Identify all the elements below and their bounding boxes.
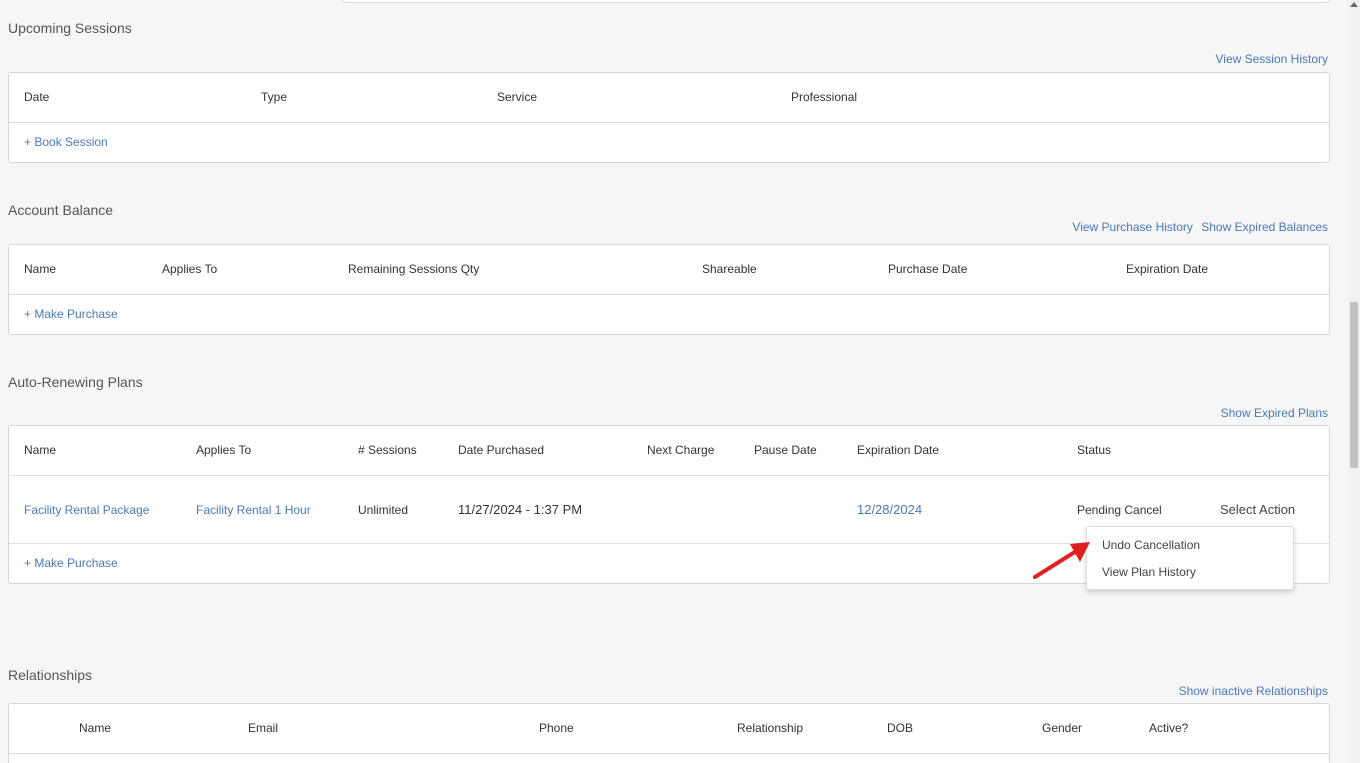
action-menu: Undo Cancellation View Plan History [1086, 526, 1294, 590]
expiration-date-link[interactable]: 12/28/2024 [857, 502, 922, 517]
column-header-email: Email [248, 721, 279, 735]
column-header-expiration-date: Expiration Date [857, 443, 940, 457]
vertical-scrollbar[interactable] [1348, 0, 1360, 763]
table-header: Name Applies To Remaining Sessions Qty S… [9, 245, 1329, 295]
column-header-date-purchased: Date Purchased [458, 443, 545, 457]
column-header-type: Type [261, 90, 288, 104]
upcoming-sessions-links: View Session History [1211, 52, 1329, 66]
auto-renewing-plans-title: Auto-Renewing Plans [8, 374, 143, 390]
relationships-links: Show inactive Relationships [1174, 684, 1328, 698]
table-row: + Book Session [9, 123, 1329, 162]
column-header-active: Active? [1149, 721, 1189, 735]
column-header-expiration-date: Expiration Date [1126, 262, 1209, 276]
column-header-shareable: Shareable [702, 262, 757, 276]
column-header-relationship: Relationship [737, 721, 804, 735]
make-purchase-link[interactable]: + Make Purchase [24, 556, 118, 570]
column-header-pause-date: Pause Date [754, 443, 817, 457]
relationships-title: Relationships [8, 667, 93, 683]
upcoming-sessions-title: Upcoming Sessions [8, 20, 132, 36]
book-session-link[interactable]: + Book Session [24, 135, 108, 149]
undo-cancellation-menu-item[interactable]: Undo Cancellation [1102, 538, 1200, 552]
show-inactive-relationships-link[interactable]: Show inactive Relationships [1179, 684, 1328, 698]
make-purchase-link[interactable]: + Make Purchase [24, 307, 118, 321]
view-purchase-history-link[interactable]: View Purchase History [1072, 220, 1193, 234]
column-header-date: Date [24, 90, 50, 104]
column-header-professional: Professional [791, 90, 858, 104]
show-expired-plans-link[interactable]: Show Expired Plans [1221, 406, 1328, 420]
account-balance-links: View Purchase History Show Expired Balan… [1067, 220, 1328, 234]
scroll-up-arrow-icon[interactable] [1350, 2, 1358, 7]
plan-name-link[interactable]: Facility Rental Package [24, 503, 149, 517]
view-plan-history-menu-item[interactable]: View Plan History [1102, 565, 1196, 579]
column-header-name: Name [79, 721, 112, 735]
column-header-name: Name [24, 262, 57, 276]
column-header-purchase-date: Purchase Date [888, 262, 968, 276]
column-header-remaining-sessions: Remaining Sessions Qty [348, 262, 480, 276]
column-header-applies-to: Applies To [162, 262, 218, 276]
column-header-sessions: # Sessions [358, 443, 417, 457]
relationships-table: Name Email Phone Relationship DOB Gender… [8, 703, 1330, 763]
account-balance-title: Account Balance [8, 202, 114, 218]
column-header-applies-to: Applies To [196, 443, 252, 457]
view-session-history-link[interactable]: View Session History [1216, 52, 1329, 66]
column-header-name: Name [24, 443, 57, 457]
table-header: Name Email Phone Relationship DOB Gender… [9, 704, 1329, 754]
auto-renewing-plans-links: Show Expired Plans [1216, 406, 1328, 420]
date-purchased-value: 11/27/2024 - 1:37 PM [458, 502, 583, 517]
search-box[interactable] [342, 0, 1330, 3]
scrollbar-thumb[interactable] [1350, 302, 1358, 468]
table-row: + Make Purchase [9, 295, 1329, 334]
select-action-dropdown[interactable]: Select Action [1220, 502, 1295, 517]
column-header-status: Status [1077, 443, 1112, 457]
column-header-next-charge: Next Charge [647, 443, 715, 457]
account-balance-table: Name Applies To Remaining Sessions Qty S… [8, 244, 1330, 335]
status-value: Pending Cancel [1077, 503, 1162, 517]
column-header-phone: Phone [539, 721, 574, 735]
annotation-arrow-icon [1033, 542, 1090, 579]
table-header: Name Applies To # Sessions Date Purchase… [9, 426, 1329, 476]
sessions-value: Unlimited [358, 503, 409, 517]
table-header: Date Type Service Professional [9, 73, 1329, 123]
show-expired-balances-link[interactable]: Show Expired Balances [1201, 220, 1328, 234]
applies-to-link[interactable]: Facility Rental 1 Hour [196, 503, 311, 517]
column-header-dob: DOB [887, 721, 914, 735]
upcoming-sessions-table: Date Type Service Professional + Book Se… [8, 72, 1330, 163]
column-header-service: Service [497, 90, 538, 104]
column-header-gender: Gender [1042, 721, 1083, 735]
